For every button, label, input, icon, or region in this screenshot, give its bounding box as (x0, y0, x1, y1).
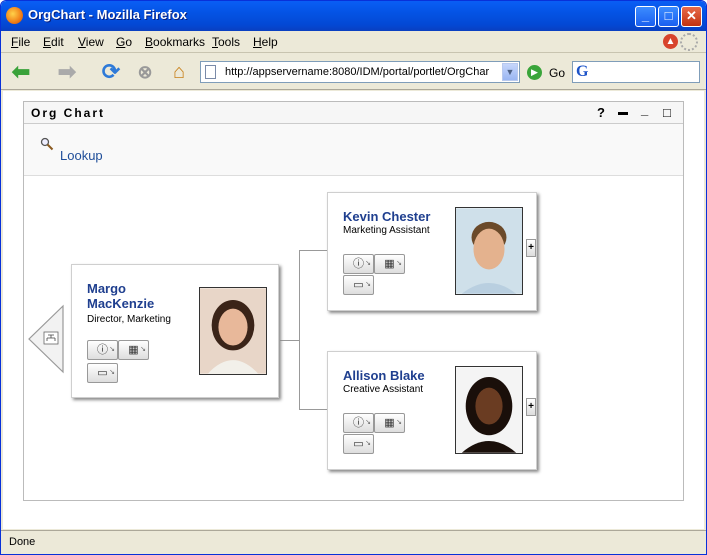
google-search-icon: G (576, 63, 589, 80)
info-button[interactable]: ⓘ ↘ (343, 413, 374, 433)
manager-photo (199, 287, 267, 375)
help-button[interactable]: ? (597, 105, 605, 120)
menu-tools[interactable]: Tools (212, 35, 240, 49)
back-button[interactable]: ⬅ (7, 58, 35, 86)
lookup-link[interactable]: Lookup (60, 148, 103, 163)
search-input[interactable]: G (572, 61, 700, 83)
status-text: Done (9, 536, 36, 548)
window-title: OrgChart - Mozilla Firefox (28, 7, 187, 22)
maximize-window-button[interactable]: □ (658, 6, 679, 27)
email-card-button[interactable]: ▭ ↘ (343, 275, 374, 295)
magnifier-icon (40, 137, 54, 151)
expand-button[interactable]: + (526, 398, 536, 416)
address-bar[interactable]: http://appservername:8080/IDM/portal/por… (200, 61, 520, 83)
manager-title: Director, Marketing (87, 314, 171, 325)
report-photo (455, 207, 523, 295)
go-button[interactable]: Go (549, 66, 565, 80)
toolbar-row: Lookup (24, 124, 683, 176)
manager-name-first[interactable]: Margo (87, 281, 126, 296)
menu-view[interactable]: View (78, 35, 104, 49)
throbber-icon (680, 33, 698, 51)
minimize-window-button[interactable]: _ (635, 6, 656, 27)
org-chart-portlet: Org Chart ? ▬ _ □ Lookup Margo MacKenzie… (23, 101, 684, 501)
close-window-button[interactable]: ✕ (681, 6, 702, 27)
report-card[interactable]: Kevin Chester Marketing Assistant ⓘ ↘ ▦ ↘ … (327, 192, 537, 311)
menu-file[interactable]: File (11, 35, 30, 49)
email-card-button[interactable]: ▭ ↘ (343, 434, 374, 454)
reload-button[interactable]: ⟳ (97, 58, 125, 86)
connector-line (299, 250, 327, 251)
navigate-up-arrow[interactable] (27, 304, 65, 374)
browser-window: OrgChart - Mozilla Firefox _ □ ✕ File Ed… (0, 0, 707, 555)
status-bar: Done (1, 530, 706, 554)
menu-bookmarks[interactable]: Bookmarks (145, 35, 205, 49)
portlet-header: Org Chart ? ▬ _ □ (24, 102, 683, 124)
connector-line (299, 409, 327, 410)
info-button[interactable]: ⓘ ↘ (343, 254, 374, 274)
manager-name-last[interactable]: MacKenzie (87, 296, 154, 311)
home-button[interactable]: ⌂ (165, 58, 193, 86)
report-name[interactable]: Allison Blake (343, 368, 425, 383)
page-content: Org Chart ? ▬ _ □ Lookup Margo MacKenzie… (3, 91, 704, 529)
print-button[interactable]: ▬ (618, 107, 628, 118)
org-tree-button[interactable]: ▦ ↘ (118, 340, 149, 360)
minimize-portlet-button[interactable]: _ (641, 102, 648, 117)
menu-go[interactable]: Go (116, 35, 132, 49)
portlet-title: Org Chart (31, 106, 106, 120)
connector-line (280, 340, 300, 341)
forward-button[interactable]: ➡ (53, 58, 81, 86)
report-title: Marketing Assistant (343, 225, 430, 236)
report-card[interactable]: Allison Blake Creative Assistant ⓘ ↘ ▦ ↘ ▭… (327, 351, 537, 470)
menu-help[interactable]: Help (253, 35, 278, 49)
info-button[interactable]: ⓘ ↘ (87, 340, 118, 360)
org-tree-button[interactable]: ▦ ↘ (374, 413, 405, 433)
menu-edit[interactable]: Edit (43, 35, 64, 49)
expand-button[interactable]: + (526, 239, 536, 257)
address-dropdown-button[interactable]: ▼ (502, 63, 518, 81)
manager-card[interactable]: Margo MacKenzie Director, Marketing ⓘ ↘ ▦… (71, 264, 279, 398)
page-icon (205, 65, 216, 79)
go-arrow-icon[interactable]: ▶ (527, 65, 542, 80)
report-name[interactable]: Kevin Chester (343, 209, 430, 224)
maximize-portlet-button[interactable]: □ (663, 105, 671, 120)
navigation-toolbar: ⬅ ➡ ⟳ ⊗ ⌂ http://appservername:8080/IDM/… (1, 54, 706, 90)
stop-button[interactable]: ⊗ (131, 58, 159, 86)
report-title: Creative Assistant (343, 384, 424, 395)
title-bar: OrgChart - Mozilla Firefox _ □ ✕ (1, 1, 706, 31)
report-photo (455, 366, 523, 454)
org-tree-button[interactable]: ▦ ↘ (374, 254, 405, 274)
connector-line (299, 250, 300, 410)
email-card-button[interactable]: ▭ ↘ (87, 363, 118, 383)
firefox-logo-icon (6, 7, 23, 24)
menu-bar: File Edit View Go Bookmarks Tools Help ▲ (1, 31, 706, 53)
stop-load-icon: ▲ (663, 34, 678, 49)
address-input[interactable]: http://appservername:8080/IDM/portal/por… (225, 66, 495, 78)
